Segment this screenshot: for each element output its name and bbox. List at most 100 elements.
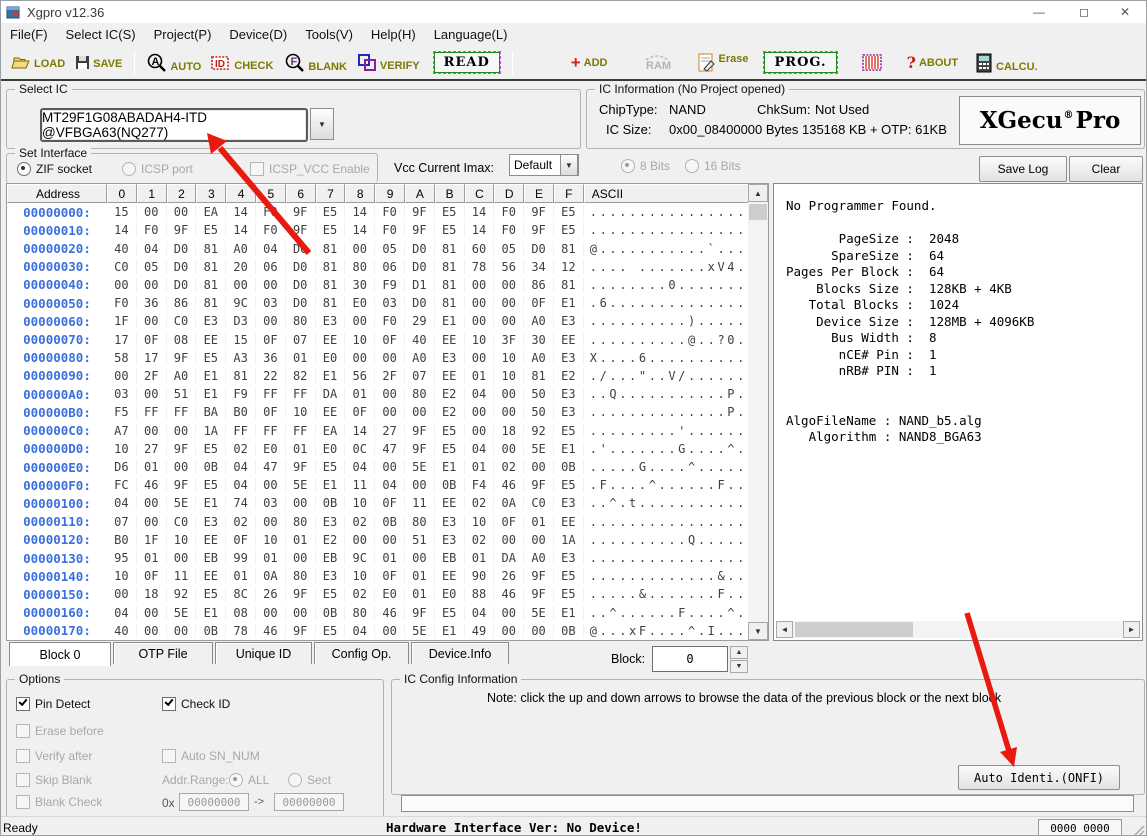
hex-byte-cell[interactable]: 81 [316,296,346,310]
hex-byte-cell[interactable]: E2 [435,387,465,401]
hex-byte-cell[interactable]: EB [435,551,465,565]
hex-byte-cell[interactable]: 14 [465,223,495,237]
hex-byte-cell[interactable]: 5E [524,606,554,620]
hex-byte-cell[interactable]: 06 [375,260,405,274]
blank-check-checkbox[interactable]: Blank Check [16,795,102,809]
hex-byte-cell[interactable]: 9F [286,205,316,219]
tab-block-0[interactable]: Block 0 [9,642,111,666]
hex-byte-cell[interactable]: 00 [345,351,375,365]
hex-byte-cell[interactable]: E3 [435,515,465,529]
hex-byte-cell[interactable]: F0 [494,223,524,237]
hex-byte-cell[interactable]: 81 [435,278,465,292]
hex-byte-cell[interactable]: E5 [554,478,584,492]
hex-byte-cell[interactable]: E3 [316,569,346,583]
hex-byte-cell[interactable]: 10 [345,496,375,510]
hex-byte-cell[interactable]: 27 [137,442,167,456]
read-button[interactable]: READ [434,52,500,73]
hex-byte-cell[interactable]: 81 [316,242,346,256]
hex-byte-cell[interactable]: 0F [375,333,405,347]
hex-byte-cell[interactable]: 00 [256,515,286,529]
hex-byte-cell[interactable]: E3 [554,551,584,565]
hex-byte-cell[interactable]: EE [435,333,465,347]
verify-after-checkbox[interactable]: Verify after [16,749,92,763]
hex-byte-cell[interactable]: 0F [256,405,286,419]
hex-byte-cell[interactable]: 0F [524,296,554,310]
hex-byte-cell[interactable]: E5 [554,205,584,219]
hex-byte-cell[interactable]: EE [196,569,226,583]
hex-byte-cell[interactable]: 00 [524,533,554,547]
hex-byte-cell[interactable]: 0A [256,569,286,583]
hex-byte-cell[interactable]: 9F [524,478,554,492]
prog-button[interactable]: PROG. [764,52,836,73]
hex-byte-cell[interactable]: 9C [226,296,256,310]
hex-byte-cell[interactable]: 0B [316,496,346,510]
hex-byte-cell[interactable]: E5 [316,223,346,237]
hex-byte-cell[interactable]: E5 [196,223,226,237]
hex-byte-cell[interactable]: 02 [345,587,375,601]
range-from-input[interactable]: 00000000 [179,793,249,811]
hex-byte-cell[interactable]: 05 [375,242,405,256]
hex-byte-cell[interactable]: D0 [167,242,197,256]
hex-byte-cell[interactable]: 00 [137,205,167,219]
hex-byte-cell[interactable]: EE [196,333,226,347]
hex-byte-cell[interactable]: 81 [435,260,465,274]
hex-byte-cell[interactable]: 00 [226,278,256,292]
hex-byte-cell[interactable]: 00 [107,587,137,601]
hex-byte-cell[interactable]: E0 [256,442,286,456]
hex-byte-cell[interactable]: 10 [494,369,524,383]
menu-help[interactable]: Help(H) [362,24,425,45]
hex-byte-cell[interactable]: 17 [137,351,167,365]
hex-byte-cell[interactable]: 14 [465,205,495,219]
hex-byte-cell[interactable]: FF [137,405,167,419]
hex-byte-cell[interactable]: E1 [554,296,584,310]
hex-byte-cell[interactable]: 01 [286,533,316,547]
hex-byte-cell[interactable]: 18 [137,587,167,601]
hex-byte-cell[interactable]: E5 [435,205,465,219]
hex-byte-cell[interactable]: 29 [405,314,435,328]
hex-byte-cell[interactable]: 00 [405,551,435,565]
hex-byte-cell[interactable]: 46 [494,478,524,492]
hex-byte-cell[interactable]: 11 [405,496,435,510]
hex-byte-cell[interactable]: E5 [196,442,226,456]
hex-byte-cell[interactable]: 9F [286,624,316,638]
hex-byte-cell[interactable]: 0F [226,533,256,547]
erase-button[interactable]: Erase [698,53,749,73]
hex-byte-cell[interactable]: 80 [405,387,435,401]
hex-byte-cell[interactable]: 26 [494,569,524,583]
hex-byte-cell[interactable]: 46 [494,587,524,601]
hex-byte-cell[interactable]: 00 [107,369,137,383]
hex-byte-cell[interactable]: 86 [167,296,197,310]
auto-identify-button[interactable]: Auto Identi.(ONFI) [958,765,1120,790]
erase-before-checkbox[interactable]: Erase before [16,724,104,738]
scroll-right-icon[interactable]: ► [1123,621,1140,638]
hex-byte-cell[interactable]: E1 [196,606,226,620]
hex-byte-cell[interactable]: EE [316,333,346,347]
hex-byte-cell[interactable]: E5 [196,351,226,365]
hex-byte-cell[interactable]: E3 [554,496,584,510]
hex-byte-cell[interactable]: E3 [554,387,584,401]
hex-byte-cell[interactable]: A7 [107,424,137,438]
chip-test-button[interactable] [859,51,885,75]
hex-byte-cell[interactable]: 9F [167,478,197,492]
hex-byte-cell[interactable]: D0 [405,260,435,274]
hex-byte-cell[interactable]: 12 [554,260,584,274]
hex-byte-cell[interactable]: 9F [405,606,435,620]
tab-config-op[interactable]: Config Op. [314,642,409,664]
skip-blank-checkbox[interactable]: Skip Blank [16,773,92,787]
hex-byte-cell[interactable]: E3 [196,515,226,529]
hex-byte-cell[interactable]: E0 [435,587,465,601]
hex-byte-cell[interactable]: 00 [137,424,167,438]
hex-byte-cell[interactable]: 14 [226,205,256,219]
16-bits-radio[interactable]: 16 Bits [685,159,741,173]
hex-byte-cell[interactable]: 01 [256,551,286,565]
hex-byte-cell[interactable]: 01 [405,587,435,601]
hex-byte-cell[interactable]: D6 [107,460,137,474]
hex-byte-cell[interactable]: 04 [345,624,375,638]
hex-byte-cell[interactable]: 50 [524,405,554,419]
hex-byte-cell[interactable]: 22 [256,369,286,383]
hex-byte-cell[interactable]: EA [196,205,226,219]
hex-byte-cell[interactable]: 00 [465,405,495,419]
hex-byte-cell[interactable]: F0 [494,205,524,219]
hex-byte-cell[interactable]: 02 [226,515,256,529]
hex-byte-cell[interactable]: 10 [107,442,137,456]
